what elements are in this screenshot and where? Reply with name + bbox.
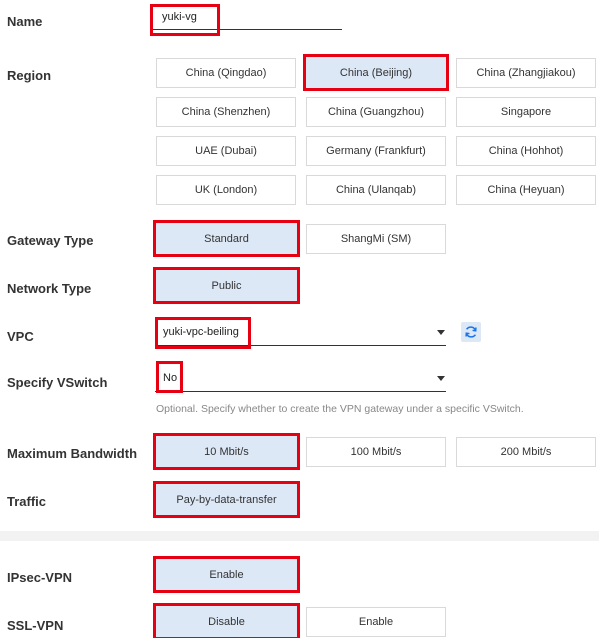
- ipsec-vpn-label: IPsec-VPN: [7, 570, 73, 585]
- region-option-heyuan[interactable]: China (Heyuan): [456, 175, 596, 205]
- vpc-label: VPC: [7, 329, 34, 344]
- region-option-qingdao[interactable]: China (Qingdao): [156, 58, 296, 88]
- network-type-label: Network Type: [7, 281, 92, 296]
- section-divider: [0, 531, 599, 541]
- traffic-label: Traffic: [7, 494, 47, 509]
- name-label: Name: [7, 14, 43, 29]
- region-option-london[interactable]: UK (London): [156, 175, 296, 205]
- gateway-type-shangmi[interactable]: ShangMi (SM): [306, 224, 446, 254]
- region-option-ulanqab[interactable]: China (Ulanqab): [306, 175, 446, 205]
- ssl-vpn-enable[interactable]: Enable: [306, 607, 446, 637]
- name-value: yuki-vg: [162, 11, 197, 23]
- region-option-hohhot[interactable]: China (Hohhot): [456, 136, 596, 166]
- ssl-vpn-label: SSL-VPN: [7, 618, 64, 633]
- vpc-chevron-down-icon[interactable]: [437, 330, 445, 335]
- region-option-beijing[interactable]: China (Beijing): [303, 54, 449, 91]
- bandwidth-100[interactable]: 100 Mbit/s: [306, 437, 446, 467]
- ssl-vpn-disable[interactable]: Disable: [153, 603, 300, 638]
- region-option-singapore[interactable]: Singapore: [456, 97, 596, 127]
- vswitch-chevron-down-icon[interactable]: [437, 376, 445, 381]
- vswitch-hint: Optional. Specify whether to create the …: [156, 403, 524, 415]
- region-label: Region: [7, 68, 52, 83]
- region-option-dubai[interactable]: UAE (Dubai): [156, 136, 296, 166]
- ipsec-vpn-enable[interactable]: Enable: [153, 556, 300, 593]
- vswitch-select[interactable]: [155, 362, 446, 392]
- vswitch-label: Specify VSwitch: [7, 375, 108, 390]
- gateway-type-standard[interactable]: Standard: [153, 220, 300, 257]
- region-option-shenzhen[interactable]: China (Shenzhen): [156, 97, 296, 127]
- gateway-type-label: Gateway Type: [7, 233, 94, 248]
- refresh-icon[interactable]: [461, 322, 481, 342]
- network-type-public[interactable]: Public: [153, 267, 300, 304]
- bandwidth-10[interactable]: 10 Mbit/s: [153, 433, 300, 470]
- region-option-frankfurt[interactable]: Germany (Frankfurt): [306, 136, 446, 166]
- bandwidth-label: Maximum Bandwidth: [7, 446, 138, 461]
- vswitch-value: No: [163, 372, 178, 384]
- vpc-value: yuki-vpc-beiling: [163, 326, 239, 338]
- region-option-zhangjiakou[interactable]: China (Zhangjiakou): [456, 58, 596, 88]
- traffic-pay-by-data-transfer[interactable]: Pay-by-data-transfer: [153, 481, 300, 518]
- region-option-guangzhou[interactable]: China (Guangzhou): [306, 97, 446, 127]
- bandwidth-200[interactable]: 200 Mbit/s: [456, 437, 596, 467]
